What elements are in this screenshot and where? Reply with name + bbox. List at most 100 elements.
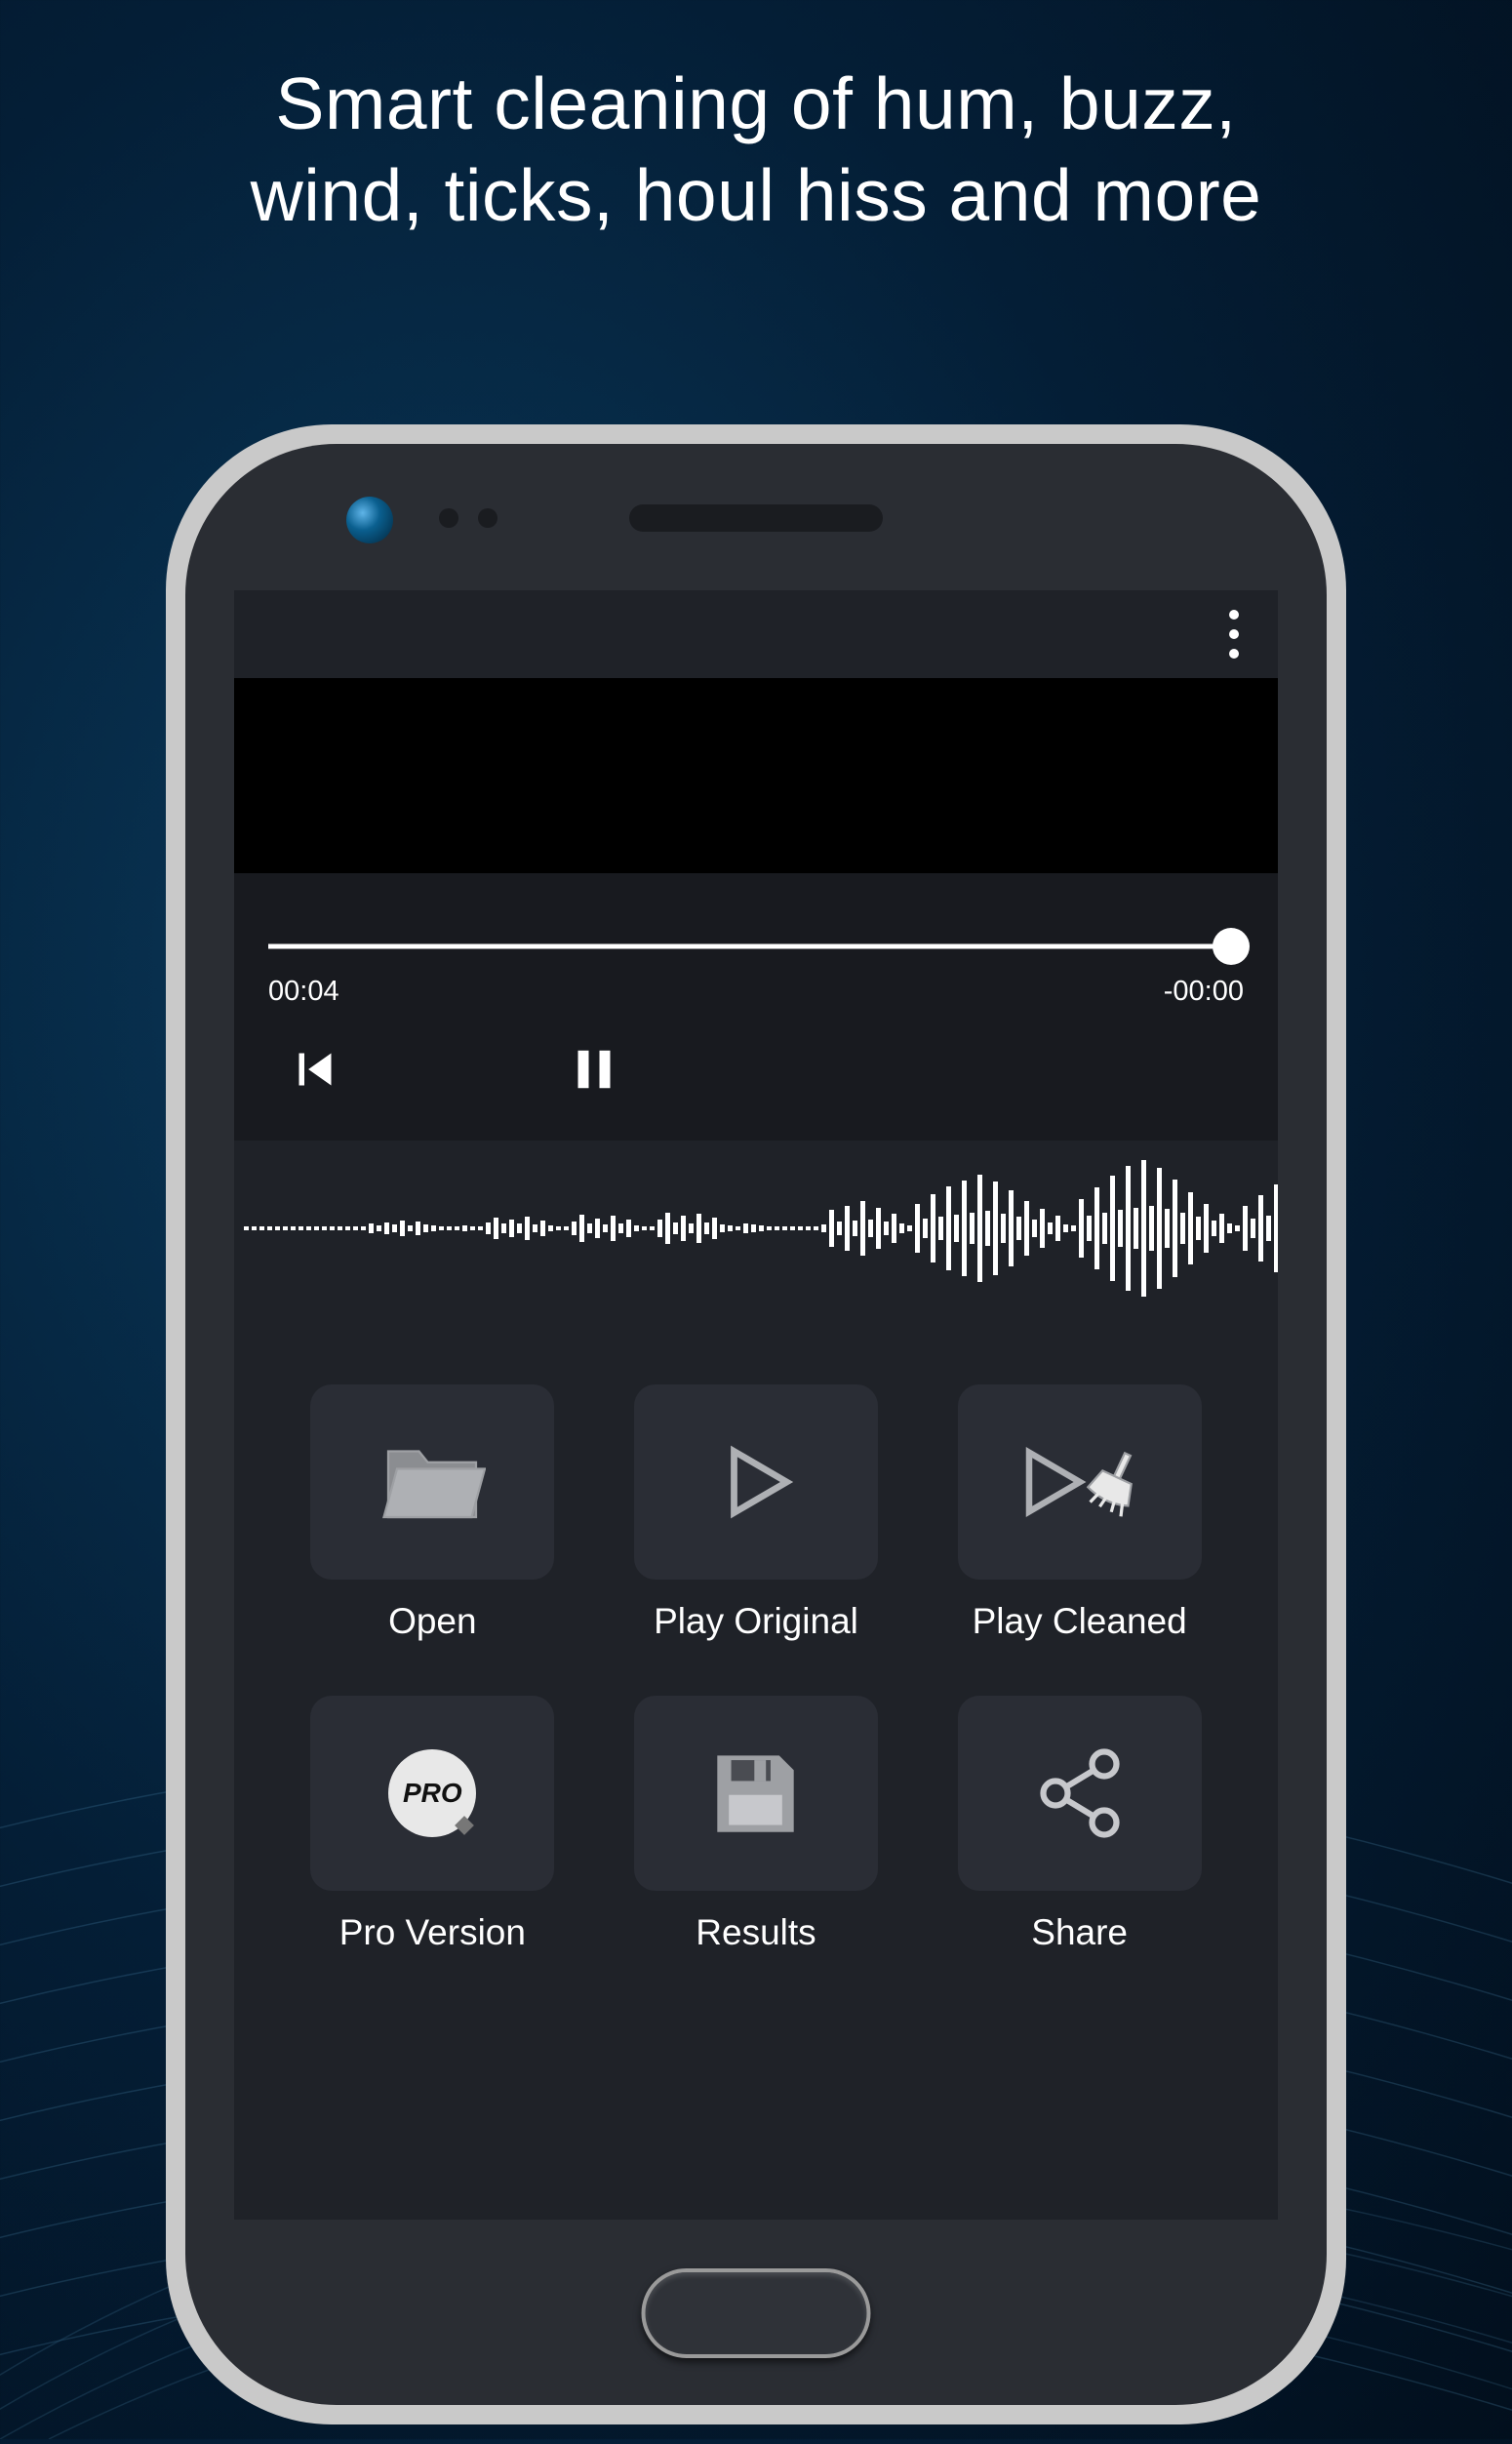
play-original-button[interactable] [634, 1384, 878, 1580]
waveform-bar [1274, 1184, 1278, 1272]
waveform-bar [1110, 1176, 1115, 1281]
waveform-bar [322, 1226, 327, 1230]
waveform-bar [720, 1224, 725, 1232]
play-icon [712, 1438, 800, 1526]
waveform-bar [603, 1224, 608, 1232]
waveform-bar [751, 1224, 756, 1232]
waveform-bar [1266, 1216, 1271, 1241]
seek-thumb[interactable] [1213, 928, 1250, 965]
waveform-bar [267, 1226, 272, 1230]
play-brush-icon [1016, 1438, 1143, 1526]
folder-icon [378, 1438, 486, 1526]
waveform-bar [962, 1181, 967, 1276]
player-controls [254, 1037, 1258, 1102]
waveform-bar [993, 1182, 998, 1275]
waveform-bar [657, 1220, 662, 1237]
waveform-bar [283, 1226, 288, 1230]
waveform-bar [533, 1224, 537, 1232]
waveform-bar [447, 1226, 452, 1230]
earpiece [629, 504, 883, 532]
waveform-bar [876, 1208, 881, 1249]
waveform-bar [470, 1226, 475, 1230]
waveform-bar [392, 1224, 397, 1232]
waveform-bar [1009, 1190, 1014, 1266]
waveform-bar [1118, 1210, 1123, 1247]
waveform-bar [1063, 1224, 1068, 1232]
seek-bar[interactable] [268, 937, 1244, 956]
waveform-bar [564, 1226, 569, 1230]
results-label: Results [696, 1912, 816, 1953]
waveform-bar [1219, 1214, 1224, 1243]
waveform-bar [618, 1223, 623, 1233]
waveform-bar [1212, 1221, 1216, 1236]
waveform-bar [1227, 1223, 1232, 1233]
waveform-bar [829, 1210, 834, 1247]
waveform-bar [462, 1225, 467, 1231]
waveform-bar [517, 1223, 522, 1233]
waveform-bar [954, 1215, 959, 1242]
waveform-bar [970, 1213, 975, 1244]
waveform-bar [1126, 1166, 1131, 1291]
waveform-bar [915, 1204, 920, 1253]
waveform-bar [689, 1223, 694, 1233]
home-button[interactable] [642, 2268, 871, 2358]
waveform-bar [579, 1215, 584, 1242]
waveform-bar [767, 1226, 772, 1230]
waveform-bar [696, 1214, 701, 1243]
waveform-bar [931, 1194, 935, 1262]
waveform-bar [306, 1226, 311, 1230]
skip-previous-button[interactable] [283, 1037, 347, 1102]
waveform-bar [743, 1223, 748, 1233]
waveform-bar [455, 1226, 459, 1230]
waveform-bar [540, 1221, 545, 1236]
waveform-bar [798, 1226, 803, 1230]
waveform-bar [775, 1226, 779, 1230]
waveform-bar [572, 1222, 577, 1235]
pause-button[interactable] [562, 1037, 626, 1102]
waveform-bar [806, 1226, 811, 1230]
play-cleaned-button[interactable] [958, 1384, 1202, 1580]
waveform-bar [736, 1226, 740, 1230]
waveform-bar [1196, 1217, 1201, 1240]
waveform-bar [345, 1226, 350, 1230]
open-button[interactable] [310, 1384, 554, 1580]
overflow-menu-button[interactable] [1219, 600, 1249, 668]
waveform-bar [1173, 1180, 1177, 1277]
action-open: Open [293, 1384, 573, 1642]
headline-line-2: wind, ticks, houl hiss and more [0, 150, 1512, 242]
results-button[interactable] [634, 1696, 878, 1891]
waveform-bar [1141, 1160, 1146, 1297]
waveform-bar [244, 1226, 249, 1230]
pro-version-button[interactable]: PRO [310, 1696, 554, 1891]
waveform-bar [1016, 1217, 1021, 1240]
waveform-bar [946, 1186, 951, 1270]
headline-line-1: Smart cleaning of hum, buzz, [0, 59, 1512, 150]
waveform-bar [275, 1226, 280, 1230]
waveform-bar [1024, 1201, 1029, 1256]
play-cleaned-label: Play Cleaned [973, 1601, 1187, 1642]
share-label: Share [1031, 1912, 1128, 1953]
action-pro-version: PRO Pro Version [293, 1696, 573, 1953]
waveform-bar [416, 1222, 420, 1235]
waveform-bar [907, 1225, 912, 1231]
app-bar [234, 590, 1278, 678]
waveform-bar [252, 1226, 257, 1230]
waveform-bar [1149, 1206, 1154, 1251]
waveform-bar [338, 1226, 342, 1230]
app-screen: 00:04 -00:00 [234, 590, 1278, 2220]
waveform-bar [1243, 1206, 1248, 1251]
media-preview [234, 678, 1278, 873]
action-share: Share [939, 1696, 1219, 1953]
waveform-bar [837, 1222, 842, 1235]
waveform-bar [712, 1218, 717, 1239]
share-button[interactable] [958, 1696, 1202, 1891]
play-original-label: Play Original [654, 1601, 858, 1642]
sensor-dots [439, 508, 497, 528]
waveform-bar [423, 1224, 428, 1232]
pause-icon [562, 1037, 626, 1102]
waveform-bar [384, 1222, 389, 1234]
waveform-bar [1040, 1209, 1045, 1248]
time-row: 00:04 -00:00 [254, 976, 1258, 1008]
waveform-bar [291, 1226, 296, 1230]
waveform-bar [860, 1201, 865, 1256]
